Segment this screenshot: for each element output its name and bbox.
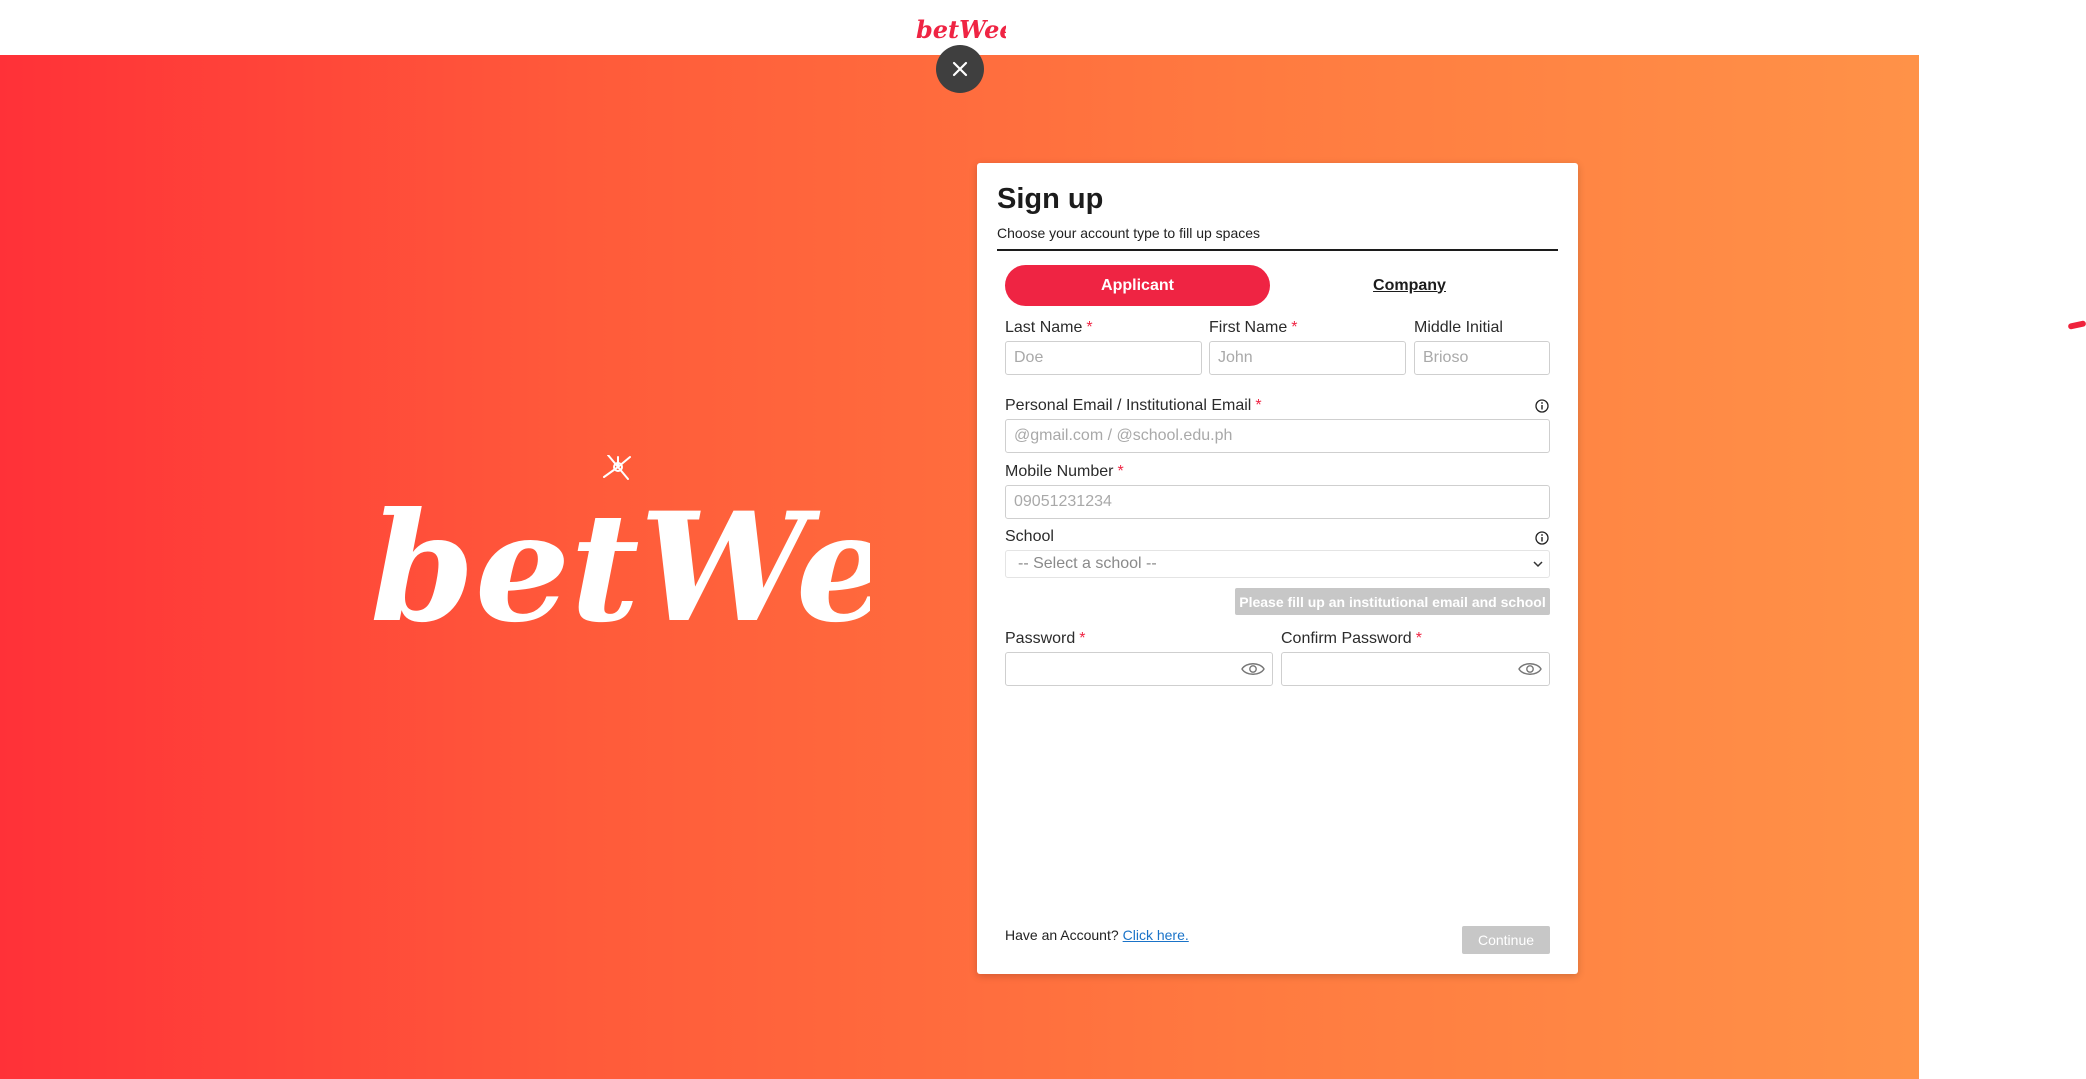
first-name-label: First Name *: [1209, 319, 1298, 336]
school-select[interactable]: -- Select a school --: [1005, 550, 1550, 578]
login-link[interactable]: Click here.: [1123, 927, 1189, 943]
email-label: Personal Email / Institutional Email *: [1005, 397, 1262, 414]
school-verify-button[interactable]: Please fill up an institutional email an…: [1235, 588, 1550, 615]
close-button[interactable]: [936, 45, 984, 93]
password-label: Password *: [1005, 630, 1086, 647]
mobile-input[interactable]: [1005, 485, 1550, 519]
eye-icon[interactable]: [1241, 661, 1265, 677]
signup-card: Sign up Choose your account type to fill…: [977, 163, 1578, 974]
have-account-text: Have an Account? Click here.: [1005, 927, 1189, 943]
confirm-password-label: Confirm Password *: [1281, 630, 1422, 647]
middle-initial-input[interactable]: [1414, 341, 1550, 375]
continue-button[interactable]: Continue: [1462, 926, 1550, 954]
school-info-icon[interactable]: [1535, 531, 1549, 545]
signup-title: Sign up: [997, 183, 1104, 215]
svg-text:betWeen: betWeen: [370, 480, 870, 640]
hero-background: [0, 55, 1919, 1079]
edge-decoration: [2067, 320, 2086, 330]
title-divider: [997, 249, 1558, 251]
last-name-label: Last Name *: [1005, 319, 1093, 336]
chevron-down-icon: [1533, 561, 1543, 568]
signup-subtitle: Choose your account type to fill up spac…: [997, 225, 1261, 241]
eye-icon[interactable]: [1518, 661, 1542, 677]
email-input[interactable]: [1005, 419, 1550, 453]
brand-logo-large: betWeen: [370, 455, 870, 640]
school-label: School: [1005, 528, 1054, 545]
tab-company[interactable]: Company: [1277, 265, 1542, 306]
confirm-password-input[interactable]: [1281, 652, 1550, 686]
brand-logo-small[interactable]: betWeen: [916, 10, 1006, 46]
tab-applicant[interactable]: Applicant: [1005, 265, 1270, 306]
last-name-input[interactable]: [1005, 341, 1202, 375]
close-icon: [952, 61, 968, 77]
page: betWeen betWeen Sign up Choose your acco…: [0, 0, 2086, 1079]
first-name-input[interactable]: [1209, 341, 1406, 375]
email-info-icon[interactable]: [1535, 399, 1549, 413]
svg-text:betWeen: betWeen: [916, 15, 1006, 44]
middle-initial-label: Middle Initial: [1414, 319, 1503, 336]
mobile-label: Mobile Number *: [1005, 463, 1124, 480]
password-input[interactable]: [1005, 652, 1273, 686]
